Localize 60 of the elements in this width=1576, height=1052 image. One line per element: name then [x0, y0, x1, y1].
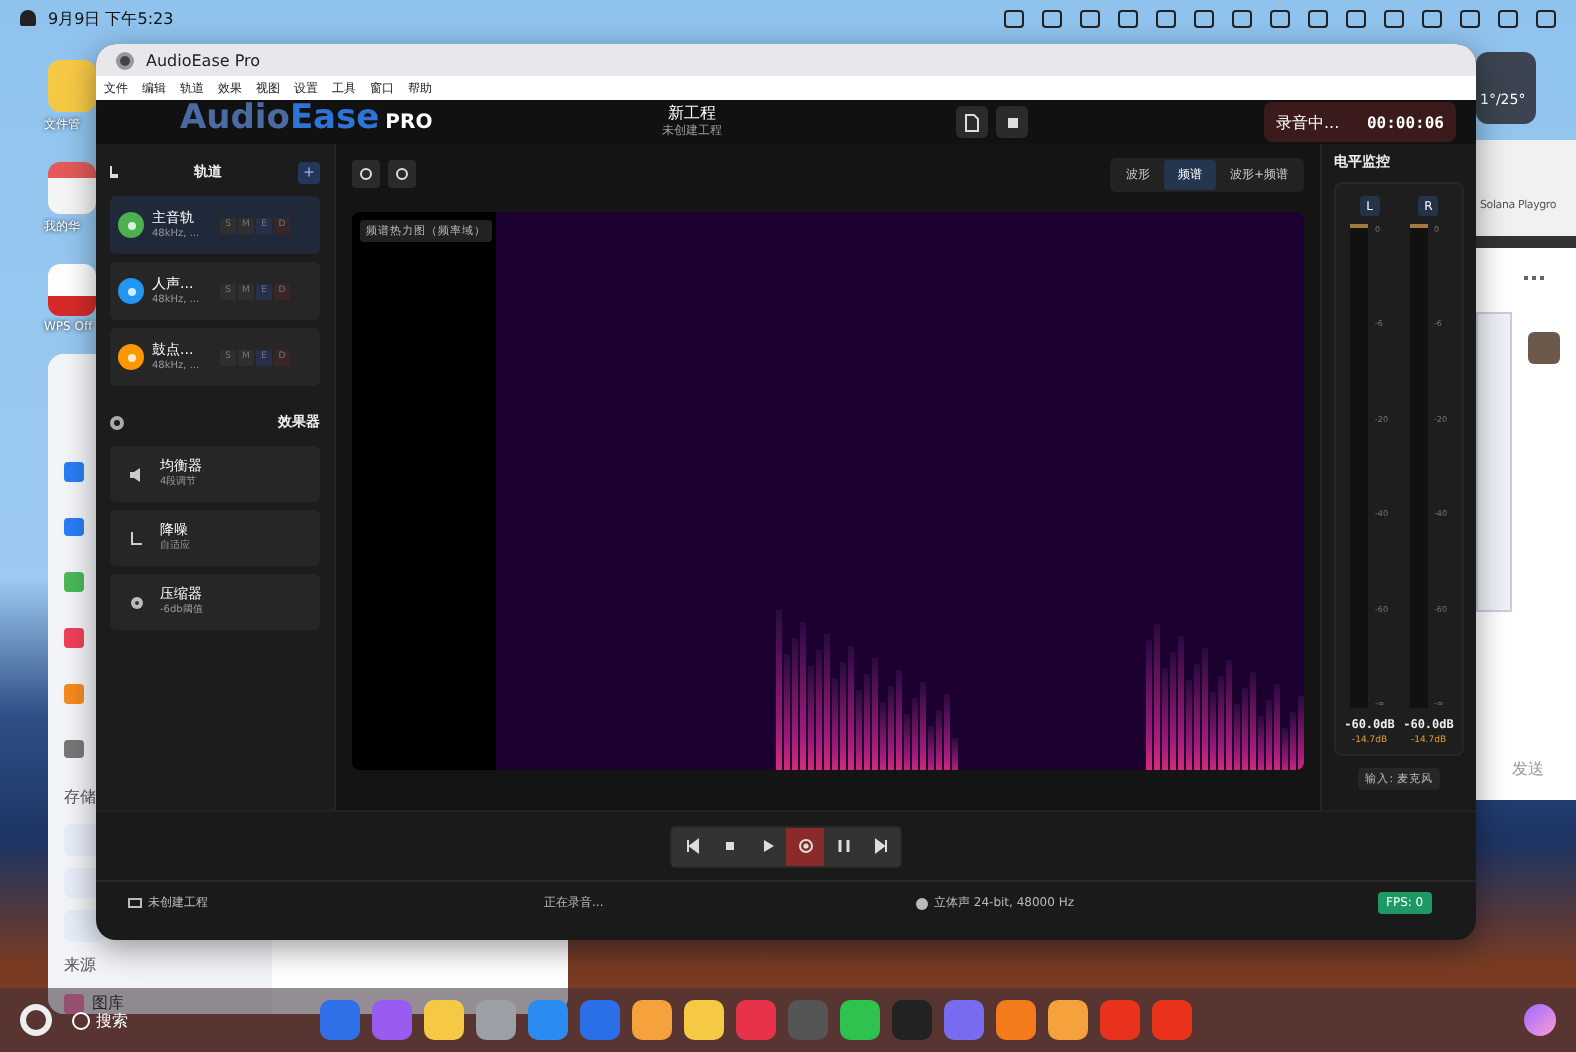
logo-text: Ease: [289, 98, 380, 138]
app-icon[interactable]: [320, 1000, 360, 1040]
record-icon: [797, 838, 813, 854]
document-icon: [964, 113, 980, 131]
section-label: 存储: [64, 786, 98, 809]
rewind-icon: [683, 838, 699, 854]
skip-forward-icon: [873, 838, 889, 854]
magnifier-icon: [396, 168, 408, 180]
rewind-button[interactable]: [672, 827, 710, 865]
logo-pro-text: PRO: [385, 110, 433, 138]
app-icon[interactable]: [48, 162, 96, 214]
recording-time: 00:00:06: [1366, 113, 1444, 131]
hook-icon: [130, 531, 144, 545]
sidebar-icon[interactable]: [64, 683, 84, 704]
zoom-in-button[interactable]: [352, 160, 380, 188]
sidebar-icon[interactable]: [64, 517, 84, 537]
app-icon[interactable]: [372, 1000, 412, 1040]
square-icon: [1007, 117, 1017, 127]
recording-label: 录音中...: [1276, 111, 1340, 133]
forward-button[interactable]: [862, 827, 900, 865]
app-icon[interactable]: [48, 264, 96, 316]
photos-icon: [64, 993, 84, 1013]
app-icon[interactable]: [476, 1000, 516, 1040]
app-icon[interactable]: [1048, 1000, 1088, 1040]
play-button[interactable]: [748, 827, 786, 865]
photo-placeholder: [1528, 332, 1560, 364]
section-label: 来源: [64, 954, 98, 976]
app-icon[interactable]: [684, 1000, 724, 1040]
more-icon[interactable]: [1524, 276, 1544, 282]
app-icon[interactable]: [528, 1000, 568, 1040]
date-time: 9月9日 下午5:23: [48, 7, 174, 29]
app-icon: [116, 51, 134, 69]
add-track-button[interactable]: +: [298, 161, 320, 183]
ring-icon[interactable]: [20, 1004, 52, 1036]
info-icon: [916, 897, 928, 909]
search-label[interactable]: 搜索: [96, 1009, 128, 1031]
play-icon: [759, 838, 775, 854]
bell-icon[interactable]: [20, 10, 36, 26]
sidebar-icon[interactable]: [64, 739, 84, 759]
disc-icon: [130, 595, 144, 609]
project-title: 新工程: [668, 104, 716, 122]
logo-text: Audio: [180, 98, 290, 138]
app-icon[interactable]: [996, 1000, 1036, 1040]
monitor-icon: [128, 898, 142, 908]
record-button[interactable]: [786, 827, 824, 865]
app-icon[interactable]: [632, 1000, 672, 1040]
pause-button[interactable]: [824, 827, 862, 865]
window-title: AudioEase Pro: [146, 51, 261, 69]
stop-button[interactable]: [996, 106, 1028, 138]
magnifier-icon: [360, 168, 372, 180]
stop-icon: [721, 838, 737, 854]
app-icon[interactable]: [424, 1000, 464, 1040]
pause-icon: [835, 838, 851, 854]
gear-icon: [110, 415, 124, 429]
sidebar-icon[interactable]: [64, 572, 84, 593]
zoom-out-button[interactable]: [388, 160, 416, 188]
app-icon[interactable]: [840, 1000, 880, 1040]
sidebar-item[interactable]: 图库: [92, 992, 124, 1014]
new-file-button[interactable]: [956, 106, 988, 138]
speaker-icon: [130, 467, 144, 481]
